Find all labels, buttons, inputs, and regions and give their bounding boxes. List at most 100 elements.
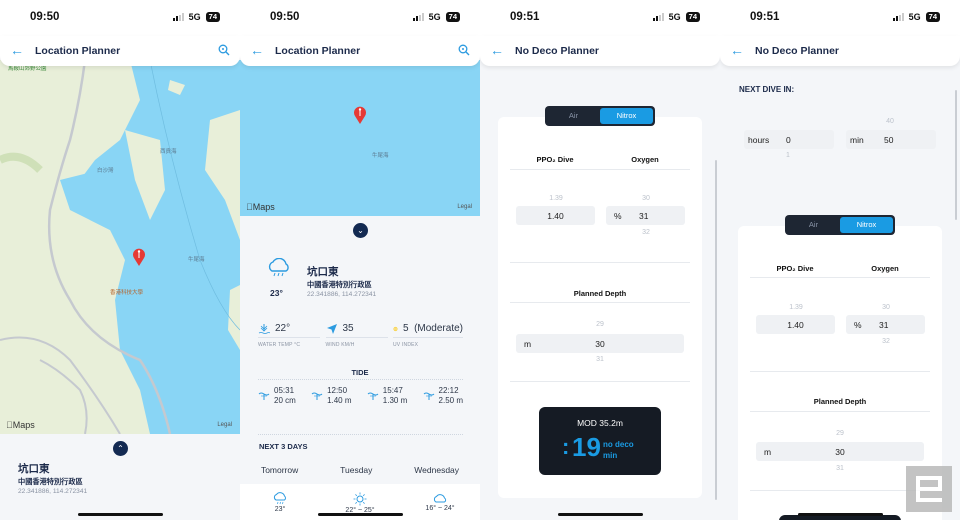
divider <box>510 169 690 170</box>
page-title: No Deco Planner <box>755 45 840 57</box>
back-arrow-icon[interactable]: ← <box>250 42 264 58</box>
network-type: 5G <box>188 12 201 22</box>
gas-toggle[interactable]: Air Nitrox <box>545 106 655 126</box>
place-coordinates: 22.341886, 114.272341 <box>18 488 88 495</box>
network-type: 5G <box>428 12 441 22</box>
location-planner-detail-screen: 09:50 5G 74 ← Location Planner 牛尾海 Maps… <box>240 0 480 520</box>
gas-option-air[interactable]: Air <box>787 217 840 233</box>
tide-wave-icon <box>258 392 270 400</box>
depth-picker[interactable]: m 30 <box>756 442 924 461</box>
watermark-logo <box>906 466 952 512</box>
signal-icon <box>892 13 904 21</box>
divider <box>258 379 463 380</box>
network-type: 5G <box>668 12 681 22</box>
stat-water-temp: 22° WATER TEMP °C <box>258 320 320 348</box>
collapse-chevron-down-icon[interactable]: ⌄ <box>353 223 368 238</box>
clock: 09:51 <box>510 11 540 23</box>
maps-attribution: Maps <box>246 202 275 212</box>
location-pin-icon[interactable] <box>131 247 147 267</box>
rain-cloud-icon <box>268 258 289 277</box>
tide-entry: 22:12 2.50 m <box>423 386 463 406</box>
gas-toggle[interactable]: Air Nitrox <box>785 215 895 235</box>
ppo2-header: PPO₂ Dive <box>776 264 814 273</box>
map-view[interactable]: 牛尾海 Maps Legal <box>240 60 480 216</box>
battery-icon: 74 <box>925 12 940 22</box>
oxygen-picker[interactable]: % 31 <box>606 206 685 225</box>
depth-next: 31 <box>596 356 604 363</box>
wind-label: WIND KM/H <box>325 342 355 348</box>
ppo2-header: PPO₂ Dive <box>536 155 574 164</box>
zoom-location-icon[interactable] <box>458 44 470 56</box>
oxygen-picker[interactable]: % 31 <box>846 315 925 334</box>
ppo2-picker[interactable]: 1.40 <box>516 206 595 225</box>
map-view[interactable]: 馬鞍山郊野公園 西貢海 白沙灣 牛尾海 香港科技大學 Maps Legal <box>0 60 240 434</box>
page-title: No Deco Planner <box>515 45 600 57</box>
network-type: 5G <box>908 12 921 22</box>
place-coordinates: 22.341886, 114.272341 <box>307 291 377 298</box>
home-indicator <box>78 513 163 516</box>
map-legal-link[interactable]: Legal <box>457 204 472 210</box>
divider <box>750 411 930 412</box>
back-arrow-icon[interactable]: ← <box>730 42 744 58</box>
tide-entry: 15:47 1.30 m <box>367 386 407 406</box>
nav-header: ← Location Planner <box>0 36 240 66</box>
hours-picker[interactable]: hours 0 <box>744 130 834 149</box>
wind-arrow-icon <box>326 323 337 334</box>
battery-icon: 74 <box>685 12 700 22</box>
location-pin-icon[interactable] <box>352 105 368 125</box>
gas-option-air[interactable]: Air <box>547 108 600 124</box>
no-deco-result-panel: MOD 35.2m : 19 no deco min <box>539 407 661 475</box>
clock: 09:50 <box>30 11 60 23</box>
forecast-day: Tomorrow <box>260 465 299 475</box>
depth-prev: 29 <box>836 430 844 437</box>
next-dive-title: NEXT DIVE IN: <box>739 85 795 94</box>
tide-title: TIDE <box>351 368 369 377</box>
divider <box>510 302 690 303</box>
cloud-icon <box>433 494 447 503</box>
status-bar: 09:51 5G 74 <box>480 0 720 36</box>
gas-option-nitrox[interactable]: Nitrox <box>600 108 653 124</box>
depth-prev: 29 <box>596 321 604 328</box>
zoom-location-icon[interactable] <box>218 44 230 56</box>
scrollbar[interactable] <box>715 160 717 500</box>
map-legal-link[interactable]: Legal <box>217 422 232 428</box>
home-indicator <box>798 513 883 516</box>
gas-option-nitrox[interactable]: Nitrox <box>840 217 893 233</box>
ppo2-picker[interactable]: 1.40 <box>756 315 835 334</box>
clock: 09:50 <box>270 11 300 23</box>
map-terrain <box>0 60 240 434</box>
colon: : <box>562 434 570 459</box>
current-temperature: 23° <box>270 288 283 298</box>
location-planner-map-screen: 09:50 5G 74 ← Location Planner 馬鞍山郊野公園 西… <box>0 0 240 520</box>
divider <box>510 262 690 263</box>
back-arrow-icon[interactable]: ← <box>10 42 24 58</box>
home-indicator <box>318 513 403 516</box>
map-label-bay-2: 白沙灣 <box>97 168 114 174</box>
tide-list: 05:31 20 cm 12:50 1.40 m 15:47 1.30 m 22:12… <box>258 386 463 406</box>
scrollbar[interactable] <box>955 90 957 220</box>
no-deco-label: no deco min <box>603 440 634 460</box>
map-label-sea: 牛尾海 <box>372 153 389 159</box>
nav-header: ← Location Planner <box>240 36 480 66</box>
expand-chevron-up-icon[interactable]: ⌃ <box>113 441 128 456</box>
divider <box>750 371 930 372</box>
status-bar: 09:51 5G 74 <box>720 0 960 36</box>
nav-header: ← No Deco Planner <box>480 36 720 66</box>
oxygen-prev: 30 <box>642 195 650 202</box>
oxygen-prev: 30 <box>882 304 890 311</box>
divider <box>510 381 690 382</box>
page-title: Location Planner <box>35 45 121 57</box>
minutes-picker[interactable]: min 50 <box>846 130 936 149</box>
tide-entry: 12:50 1.40 m <box>311 386 352 406</box>
location-sheet: ⌃ 坑口東 中國香港特別行政區 22.341886, 114.272341 <box>0 434 240 520</box>
status-bar: 09:50 5G 74 <box>0 0 240 36</box>
page-title: Location Planner <box>275 45 361 57</box>
oxygen-next: 32 <box>882 338 890 345</box>
divider <box>750 277 930 278</box>
ppo2-prev: 1.39 <box>789 304 803 311</box>
depth-picker[interactable]: m 30 <box>516 334 684 353</box>
no-deco-planner-next-dive-screen: 09:51 5G 74 ← No Deco Planner NEXT DIVE … <box>720 0 960 520</box>
back-arrow-icon[interactable]: ← <box>490 42 504 58</box>
signal-icon <box>172 13 184 21</box>
map-label-sea: 牛尾海 <box>188 257 205 263</box>
